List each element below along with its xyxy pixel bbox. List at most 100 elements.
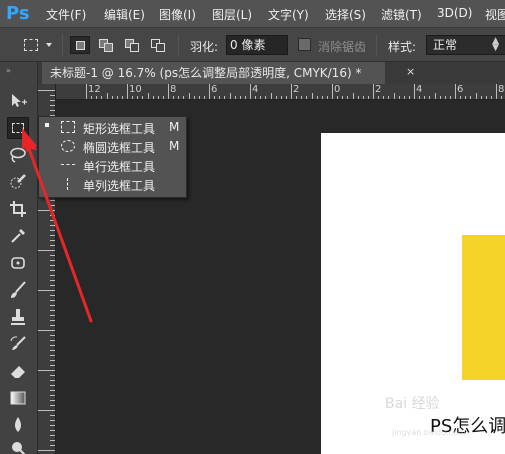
toolbox-collapse-icon[interactable]: » (6, 66, 12, 75)
ruler-major-tick (86, 84, 87, 99)
menu-item-label: 矩形选框工具 (83, 122, 156, 136)
ruler-minor-tick (106, 93, 108, 99)
antialias-label: 消除锯齿 (318, 40, 367, 54)
move-tool-icon[interactable] (7, 90, 29, 112)
ruler-major-tick (291, 84, 292, 99)
menu-edit[interactable]: 编辑(E) (104, 6, 145, 23)
ruler-major-tick (127, 84, 128, 99)
menu-filter[interactable]: 滤镜(T) (381, 6, 422, 23)
horizontal-ruler: 12 10 8 6 4 2 0 2 4 6 8 (56, 84, 505, 100)
eraser-tool-icon[interactable] (7, 360, 29, 382)
ruler-label: 4 (252, 84, 259, 95)
menu-item-label: 单行选框工具 (83, 160, 156, 174)
ruler-label: 4 (416, 84, 423, 95)
ruler-major-tick (38, 450, 55, 451)
ruler-label: 2 (375, 84, 382, 95)
divider (376, 34, 377, 56)
ruler-major-tick (250, 84, 251, 99)
menu-type[interactable]: 文字(Y) (268, 6, 309, 23)
ruler-minor-tick (50, 95, 55, 96)
menu-3d[interactable]: 3D(D) (437, 6, 472, 20)
menu-item-shortcut: M (169, 120, 180, 134)
ruler-minor-tick (188, 93, 190, 99)
add-to-selection-button[interactable] (96, 36, 116, 54)
intersect-selection-button[interactable] (148, 36, 168, 54)
ruler-major-tick (332, 84, 333, 99)
feather-input[interactable]: 0 像素 (226, 35, 288, 55)
menu-item-label: 单列选框工具 (83, 179, 156, 193)
rect-marquee-icon (61, 121, 75, 133)
ruler-label: 2 (293, 84, 300, 95)
ruler-minor-tick (270, 93, 272, 99)
ruler-major-tick (496, 84, 497, 99)
divider (62, 34, 63, 56)
ruler-minor-tick (311, 93, 313, 99)
style-select[interactable]: 正常 ▲ ▼ (426, 35, 505, 55)
ruler-label: 0 (334, 84, 341, 95)
menu-item-elliptical-marquee[interactable]: 椭圆选框工具 M (39, 137, 186, 156)
menu-view[interactable]: 视图 (485, 6, 505, 23)
ruler-minor-tick (393, 93, 395, 99)
ruler-major-tick (414, 84, 415, 99)
ruler-major-tick (38, 330, 55, 331)
rectangular-marquee-tool-icon[interactable] (7, 117, 29, 139)
history-brush-tool-icon[interactable] (7, 333, 29, 355)
menu-item-label: 椭圆选框工具 (83, 141, 156, 155)
selected-indicator-icon (45, 123, 49, 127)
ruler-minor-tick (352, 93, 354, 99)
photoshop-logo: Ps (6, 3, 30, 24)
divider (178, 34, 179, 56)
dodge-tool-icon[interactable] (7, 438, 29, 454)
ruler-minor-tick (434, 93, 436, 99)
ruler-major-tick (38, 290, 55, 291)
lasso-tool-icon[interactable] (7, 144, 29, 166)
brush-tool-icon[interactable] (7, 279, 29, 301)
ruler-label: 10 (129, 84, 142, 95)
ruler-minor-tick (229, 93, 231, 99)
spot-healing-tool-icon[interactable] (7, 252, 29, 274)
menu-select[interactable]: 选择(S) (325, 6, 366, 23)
ruler-major-tick (455, 84, 456, 99)
menu-layer[interactable]: 图层(L) (212, 6, 252, 23)
ruler-major-tick (38, 370, 55, 371)
ruler-label: 8 (170, 84, 177, 95)
quick-selection-tool-icon[interactable] (7, 171, 29, 193)
menu-image[interactable]: 图像(I) (159, 6, 196, 23)
ruler-label: 8 (498, 84, 505, 95)
gradient-tool-icon[interactable] (7, 387, 29, 409)
ruler-major-tick (38, 90, 55, 91)
chevron-down-icon[interactable] (46, 43, 52, 47)
yellow-rectangle-layer (462, 235, 505, 380)
ruler-label: 12 (88, 84, 101, 95)
crop-tool-icon[interactable] (7, 198, 29, 220)
ruler-label: 6 (457, 84, 464, 95)
marquee-preset-icon[interactable] (24, 39, 38, 51)
antialias-checkbox[interactable] (298, 38, 311, 51)
blur-tool-icon[interactable] (7, 414, 29, 436)
toolbox: » (0, 62, 38, 454)
baidu-watermark-url: jingyan.baidu.com (392, 428, 466, 437)
menu-file[interactable]: 文件(F) (46, 6, 86, 23)
ruler-label: 6 (211, 84, 218, 95)
clone-stamp-tool-icon[interactable] (7, 306, 29, 328)
ruler-minor-tick (147, 93, 149, 99)
menu-item-single-row-marquee[interactable]: 单行选框工具 (39, 156, 186, 175)
style-select-value: 正常 (433, 38, 458, 52)
menu-item-shortcut: M (169, 139, 180, 153)
menu-item-rectangular-marquee[interactable]: 矩形选框工具 M (39, 118, 186, 137)
ruler-major-tick (373, 84, 374, 99)
menu-bar: Ps 文件(F) 编辑(E) 图像(I) 图层(L) 文字(Y) 选择(S) 滤… (0, 0, 505, 28)
single-column-marquee-icon (67, 178, 69, 190)
document-tab[interactable]: 未标题-1 @ 16.7% (ps怎么调整局部透明度, CMYK/16) * (42, 62, 385, 84)
document-tab-bar: 未标题-1 @ 16.7% (ps怎么调整局部透明度, CMYK/16) * × (38, 62, 505, 84)
subtract-from-selection-button[interactable] (122, 36, 142, 54)
single-row-marquee-icon (61, 164, 75, 166)
menu-item-single-column-marquee[interactable]: 单列选框工具 (39, 175, 186, 194)
close-icon[interactable]: × (406, 65, 415, 78)
style-label: 样式: (388, 40, 417, 54)
options-bar: 羽化: 0 像素 消除锯齿 样式: 正常 ▲ ▼ (0, 28, 505, 62)
new-selection-button[interactable] (70, 36, 90, 54)
feather-label: 羽化: (190, 40, 219, 54)
ruler-minor-tick (475, 93, 477, 99)
eyedropper-tool-icon[interactable] (7, 225, 29, 247)
